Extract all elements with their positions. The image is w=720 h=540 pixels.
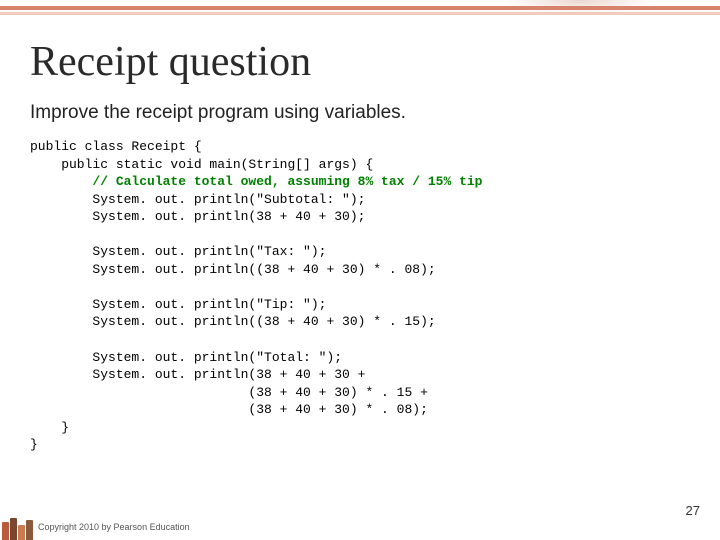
code-line: public class Receipt { bbox=[30, 139, 202, 154]
code-line: } bbox=[30, 437, 38, 452]
page-number: 27 bbox=[686, 503, 700, 518]
code-block: public class Receipt { public static voi… bbox=[30, 138, 700, 454]
code-line: System. out. println(38 + 40 + 30 + bbox=[30, 367, 365, 382]
code-line: } bbox=[30, 420, 69, 435]
slide-subtitle: Improve the receipt program using variab… bbox=[30, 102, 700, 124]
books-icon bbox=[0, 516, 40, 540]
code-line: (38 + 40 + 30) * . 15 + bbox=[30, 385, 428, 400]
slide-content: Receipt question Improve the receipt pro… bbox=[30, 38, 700, 454]
code-line: System. out. println("Tip: "); bbox=[30, 297, 326, 312]
code-line: System. out. println((38 + 40 + 30) * . … bbox=[30, 262, 436, 277]
code-line: System. out. println("Tax: "); bbox=[30, 244, 326, 259]
code-line: System. out. println("Subtotal: "); bbox=[30, 192, 365, 207]
slide-title: Receipt question bbox=[30, 38, 700, 86]
copyright-text: Copyright 2010 by Pearson Education bbox=[38, 522, 190, 532]
code-line: public static void main(String[] args) { bbox=[30, 157, 373, 172]
decorative-wave bbox=[470, 0, 690, 40]
code-line: System. out. println((38 + 40 + 30) * . … bbox=[30, 314, 436, 329]
code-line: (38 + 40 + 30) * . 08); bbox=[30, 402, 428, 417]
code-comment: // Calculate total owed, assuming 8% tax… bbox=[30, 174, 482, 189]
code-line: System. out. println("Total: "); bbox=[30, 350, 342, 365]
code-line: System. out. println(38 + 40 + 30); bbox=[30, 209, 365, 224]
